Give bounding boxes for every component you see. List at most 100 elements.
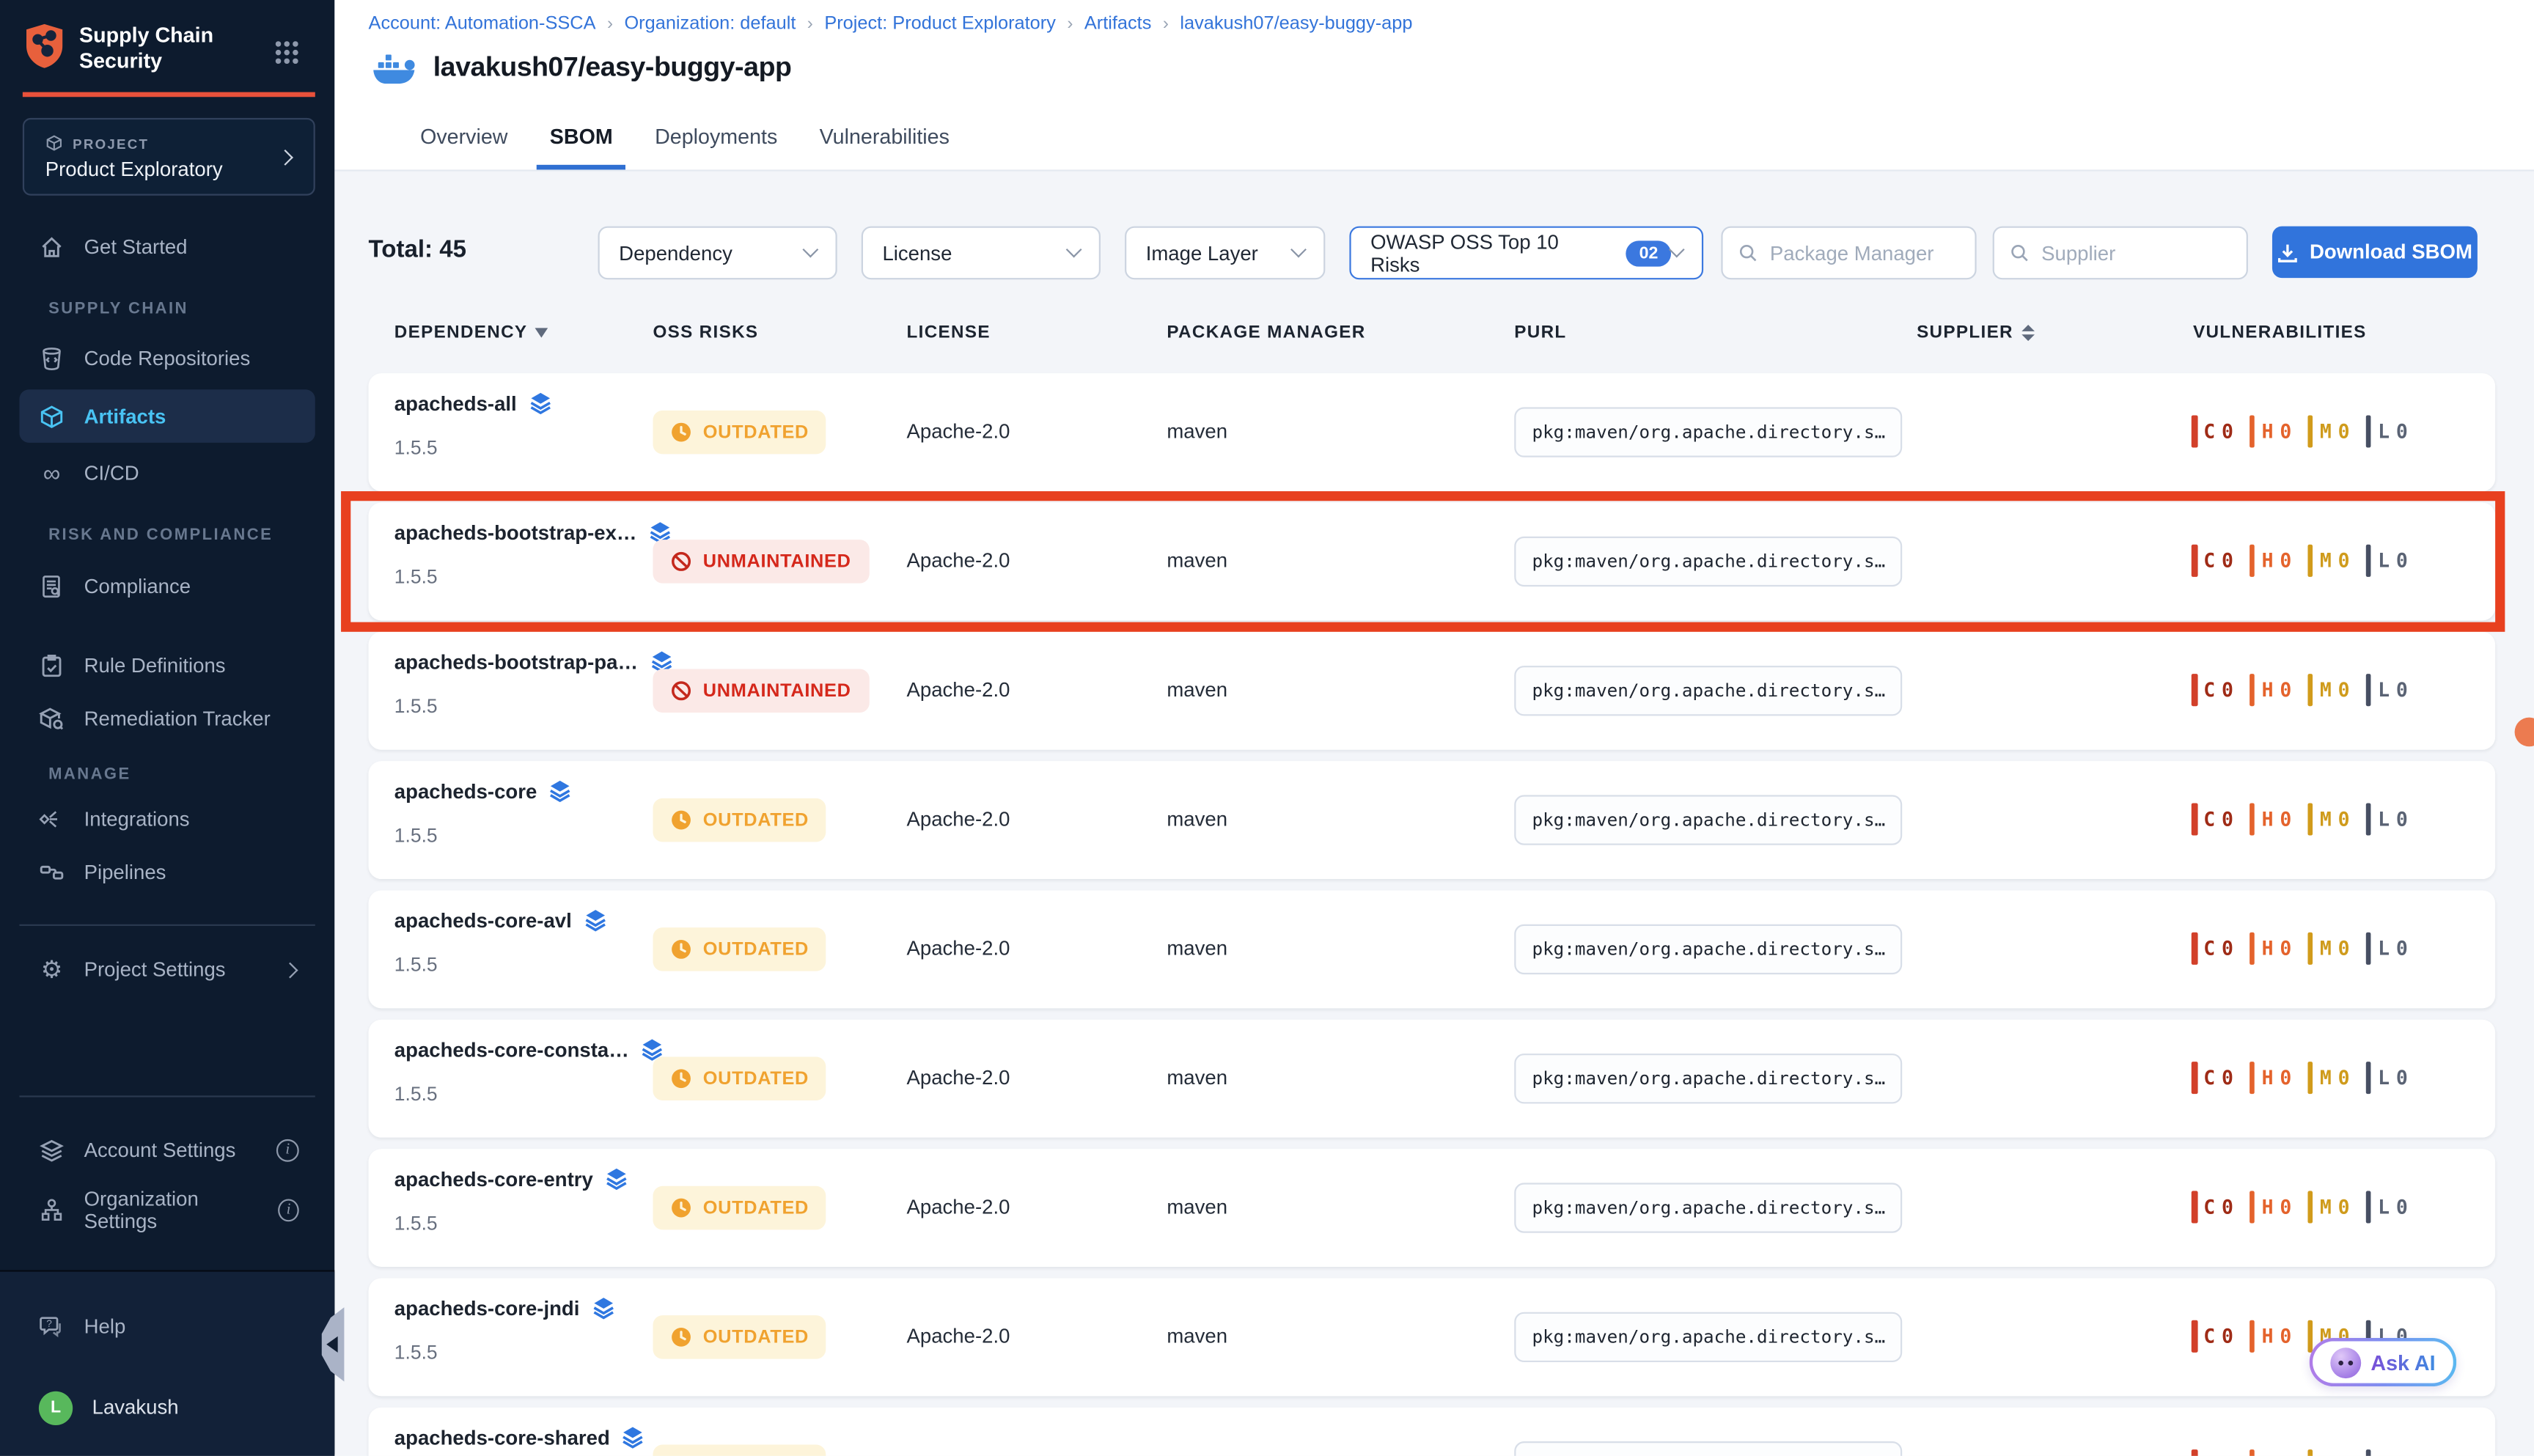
table-row[interactable]: apacheds-all 1.5.5 OUTDATED Apache-2.0 m… bbox=[369, 373, 2496, 491]
purl-chip[interactable]: pkg:maven/org.apache.directory.s… bbox=[1514, 1054, 1902, 1103]
section-heading-supply-chain: SUPPLY CHAIN bbox=[48, 301, 188, 318]
table-row[interactable]: apacheds-core-consta… 1.5.5 OUTDATED Apa… bbox=[369, 1020, 2496, 1138]
vuln-count-critical: C0 bbox=[2192, 1449, 2233, 1456]
vuln-count-high: H0 bbox=[2250, 803, 2291, 835]
breadcrumb-separator: › bbox=[807, 15, 813, 34]
tab-deployments[interactable]: Deployments bbox=[642, 106, 790, 169]
purl-chip[interactable]: pkg:maven/org.apache.directory.s… bbox=[1514, 1183, 1902, 1232]
dependency-name[interactable]: apacheds-core-shared bbox=[394, 1426, 610, 1449]
purl-chip[interactable]: pkg:maven/org.apache.directory.s… bbox=[1514, 924, 1902, 974]
breadcrumb-account[interactable]: Account: Automation-SSCA bbox=[369, 15, 596, 34]
table-row[interactable]: apacheds-bootstrap-ex… 1.5.5 UNMAINTAINE… bbox=[369, 502, 2496, 620]
purl-chip[interactable]: pkg:maven/org.apache.directory.s… bbox=[1514, 407, 1902, 457]
purl-chip[interactable]: pkg:maven/org.apache.directory.s… bbox=[1514, 795, 1902, 845]
sidebar-item-help[interactable]: ? Help bbox=[19, 1303, 315, 1351]
account-layers-icon bbox=[39, 1138, 65, 1163]
tab-overview[interactable]: Overview bbox=[407, 106, 521, 169]
owasp-risks-filter-select[interactable]: OWASP OSS Top 10 Risks 02 bbox=[1349, 227, 1703, 280]
project-name: Product Exploratory bbox=[45, 158, 223, 181]
sidebar-item-integrations[interactable]: Integrations bbox=[19, 795, 315, 843]
vulnerability-counts: C0H0M0L0 bbox=[2192, 803, 2408, 835]
breadcrumb-organization[interactable]: Organization: default bbox=[624, 15, 796, 34]
table-row[interactable]: apacheds-core-entry 1.5.5 OUTDATED Apach… bbox=[369, 1149, 2496, 1267]
app-grid-icon[interactable] bbox=[275, 40, 299, 65]
home-icon bbox=[39, 235, 65, 260]
user-menu[interactable]: L Lavakush bbox=[19, 1383, 315, 1432]
page-header: Account: Automation-SSCA › Organization: … bbox=[334, 0, 2534, 106]
sidebar-item-artifacts[interactable]: Artifacts bbox=[19, 389, 315, 443]
sidebar-item-project-settings[interactable]: ⚙ Project Settings bbox=[19, 945, 315, 993]
license-cell: Apache-2.0 bbox=[907, 937, 1010, 960]
sidebar-item-cicd[interactable]: ∞ CI/CD bbox=[19, 449, 315, 498]
owasp-filter-count-badge: 02 bbox=[1626, 240, 1671, 265]
download-sbom-button[interactable]: Download SBOM bbox=[2272, 227, 2478, 279]
owasp-filter-label: OWASP OSS Top 10 Risks bbox=[1370, 230, 1613, 276]
tab-sbom[interactable]: SBOM bbox=[537, 106, 625, 169]
sidebar-item-organization-settings[interactable]: Organization Settings i bbox=[19, 1186, 315, 1235]
artifact-title-row: lavakush07/easy-buggy-app bbox=[373, 50, 791, 85]
breadcrumb-artifacts[interactable]: Artifacts bbox=[1084, 15, 1152, 34]
table-row[interactable]: apacheds-core-avl 1.5.5 OUTDATED Apache-… bbox=[369, 890, 2496, 1008]
image-layer-filter-select[interactable]: Image Layer bbox=[1125, 227, 1325, 280]
vuln-count-medium: M0 bbox=[2307, 415, 2349, 447]
dependency-name[interactable]: apacheds-core-consta… bbox=[394, 1038, 629, 1061]
ask-ai-button[interactable]: Ask AI bbox=[2310, 1338, 2457, 1386]
vuln-count-low: L0 bbox=[2366, 415, 2408, 447]
sidebar-item-compliance[interactable]: Compliance bbox=[19, 562, 315, 611]
purl-chip[interactable]: pkg:maven/org.apache.directory.s… bbox=[1514, 537, 1902, 587]
app-logo-row: Supply Chain Security bbox=[23, 23, 249, 75]
package-manager-cell: maven bbox=[1167, 1325, 1227, 1347]
remediation-box-icon bbox=[39, 706, 65, 732]
total-count: Total: 45 bbox=[369, 236, 467, 263]
breadcrumb-separator: › bbox=[1163, 15, 1169, 34]
sidebar-item-code-repositories[interactable]: Code Repositories bbox=[19, 334, 315, 383]
sidebar-item-rule-definitions[interactable]: Rule Definitions bbox=[19, 641, 315, 690]
vuln-count-medium: M0 bbox=[2307, 1191, 2349, 1223]
column-header-supplier[interactable]: SUPPLIER bbox=[1917, 323, 2034, 342]
sidebar-item-get-started[interactable]: Get Started bbox=[19, 223, 315, 271]
dependency-name[interactable]: apacheds-all bbox=[394, 391, 517, 414]
layers-icon bbox=[528, 391, 552, 415]
table-row[interactable]: apacheds-core 1.5.5 OUTDATED Apache-2.0 … bbox=[369, 761, 2496, 879]
sidebar-item-remediation-tracker[interactable]: Remediation Tracker bbox=[19, 695, 315, 743]
vulnerability-counts: C0H0M0L0 bbox=[2192, 933, 2408, 965]
package-manager-search-input[interactable] bbox=[1770, 242, 1959, 265]
license-filter-select[interactable]: License bbox=[862, 227, 1101, 280]
purl-chip[interactable]: pkg:maven/org.apache.directory.s… bbox=[1514, 1441, 1902, 1456]
sidebar-item-account-settings[interactable]: Account Settings i bbox=[19, 1126, 315, 1174]
breadcrumb-separator: › bbox=[1067, 15, 1073, 34]
vuln-count-medium: M0 bbox=[2307, 803, 2349, 835]
layers-icon bbox=[621, 1425, 645, 1449]
package-manager-cell: maven bbox=[1167, 1196, 1227, 1218]
dependency-filter-select[interactable]: Dependency bbox=[598, 227, 837, 280]
license-cell: Apache-2.0 bbox=[907, 808, 1010, 831]
supplier-search-input[interactable] bbox=[2041, 242, 2230, 265]
dependency-name[interactable]: apacheds-bootstrap-pa… bbox=[394, 650, 638, 673]
sidebar-item-pipelines[interactable]: Pipelines bbox=[19, 848, 315, 897]
purl-chip[interactable]: pkg:maven/org.apache.directory.s… bbox=[1514, 1312, 1902, 1362]
dependency-name[interactable]: apacheds-core-avl bbox=[394, 909, 572, 932]
breadcrumb-artifact-name[interactable]: lavakush07/easy-buggy-app bbox=[1180, 15, 1412, 34]
table-row[interactable]: apacheds-core-shared 1.5.5 OUTDATED Apac… bbox=[369, 1408, 2496, 1456]
vuln-count-medium: M0 bbox=[2307, 545, 2349, 577]
dependency-name[interactable]: apacheds-bootstrap-ex… bbox=[394, 521, 637, 544]
breadcrumb-project[interactable]: Project: Product Exploratory bbox=[824, 15, 1056, 34]
vuln-count-critical: C0 bbox=[2192, 1191, 2233, 1223]
sbom-table-body: apacheds-all 1.5.5 OUTDATED Apache-2.0 m… bbox=[369, 373, 2496, 1456]
brand-underline bbox=[23, 92, 315, 98]
dependency-name[interactable]: apacheds-core-entry bbox=[394, 1167, 593, 1190]
table-row[interactable]: apacheds-core-jndi 1.5.5 OUTDATED Apache… bbox=[369, 1278, 2496, 1396]
table-row[interactable]: apacheds-bootstrap-pa… 1.5.5 UNMAINTAINE… bbox=[369, 632, 2496, 750]
vuln-count-medium: M0 bbox=[2307, 1449, 2349, 1456]
clock-icon bbox=[671, 1197, 692, 1218]
project-selector[interactable]: PROJECT Product Exploratory bbox=[23, 118, 315, 196]
column-header-dependency[interactable]: DEPENDENCY bbox=[394, 323, 548, 342]
tab-vulnerabilities[interactable]: Vulnerabilities bbox=[807, 106, 963, 169]
vuln-count-low: L0 bbox=[2366, 545, 2408, 577]
column-header-oss-risks: OSS RISKS bbox=[653, 323, 758, 342]
purl-chip[interactable]: pkg:maven/org.apache.directory.s… bbox=[1514, 666, 1902, 716]
dependency-name[interactable]: apacheds-core-jndi bbox=[394, 1297, 580, 1320]
dependency-name[interactable]: apacheds-core bbox=[394, 779, 537, 802]
layers-icon bbox=[591, 1296, 615, 1320]
column-header-vulnerabilities: VULNERABILITIES bbox=[2193, 323, 2367, 342]
